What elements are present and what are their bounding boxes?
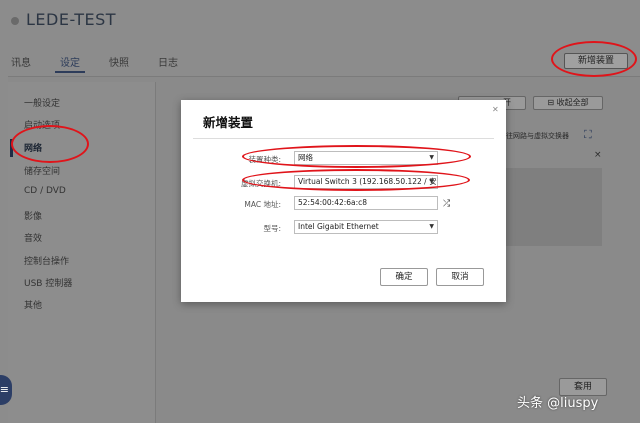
dialog-title: 新增装置 [203,115,254,130]
mac-address-value: 52:54:00:42:6a:c8 [298,198,368,207]
sidebar-item-general[interactable]: 一般设定 [24,96,60,109]
tab-logs[interactable]: 日志 [158,54,178,69]
sidebar-item-other[interactable]: 其他 [24,298,42,311]
network-switch-note: 往网路与虚拟交换器 [506,132,569,140]
dialog-divider [193,138,494,139]
chevron-down-icon: ▼ [429,223,434,230]
annotation-ellipse-add-device [551,41,637,77]
sidebar-item-storage[interactable]: 储存空间 [24,164,60,177]
collapse-all-button[interactable]: ⊟ 收起全部 [533,96,603,110]
sidebar-item-audio[interactable]: 音效 [24,231,42,244]
model-value: Intel Gigabit Ethernet [298,222,379,231]
tab-info[interactable]: 讯息 [11,54,31,69]
tab-bar: 讯息 设定 快照 日志 [0,52,640,74]
dialog-close-icon[interactable]: ✕ [492,105,499,114]
app-title: LEDE-TEST [26,10,117,29]
annotation-ellipse-network [11,125,89,163]
model-select[interactable]: Intel Gigabit Ethernet ▼ [294,220,438,234]
model-label: 型号: [263,224,281,233]
sidebar-item-video[interactable]: 影像 [24,209,42,222]
tab-snapshot[interactable]: 快照 [109,54,129,69]
sidebar-item-usb[interactable]: USB 控制器 [24,276,72,289]
watermark: 头条 @liuspy [517,396,599,411]
sidebar-item-console[interactable]: 控制台操作 [24,254,69,267]
close-icon[interactable]: × [594,150,602,160]
tab-settings[interactable]: 设定 [60,54,80,69]
shuffle-icon[interactable]: ⤮ [443,199,450,209]
collapse-icon: ⊟ [547,98,557,107]
status-dot-icon [11,17,19,25]
mac-address-input[interactable]: 52:54:00:42:6a:c8 [294,196,438,210]
annotation-ellipse-device-type [242,145,471,168]
confirm-button[interactable]: 确定 [380,268,428,286]
title-bar: LEDE-TEST [0,0,640,48]
mac-address-label: MAC 地址: [244,200,281,209]
network-switch-icon[interactable]: ⛶ [584,128,592,142]
collapse-all-label: 收起全部 [556,98,589,107]
cancel-button[interactable]: 取消 [436,268,484,286]
annotation-ellipse-virtual-switch [242,169,470,191]
active-tab-indicator [55,71,85,73]
add-device-dialog: 新增装置 ✕ 装置种类: 网络 ▼ 虚拟交换机: Virtual Switch … [181,100,506,302]
sidebar-item-cd-dvd[interactable]: CD / DVD [24,186,66,196]
